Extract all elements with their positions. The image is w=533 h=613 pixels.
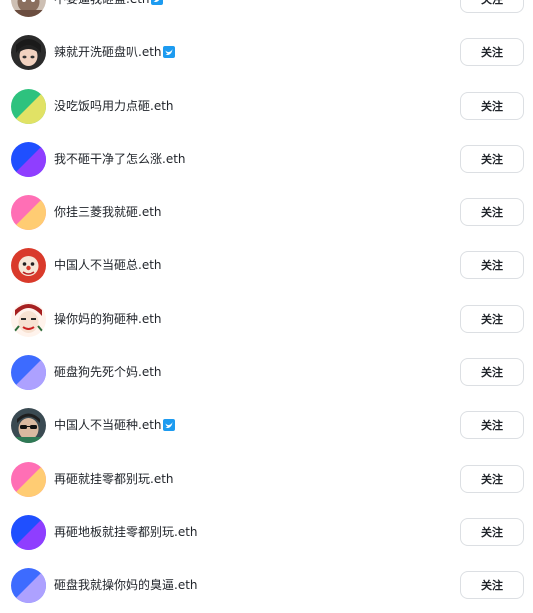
avatar[interactable] xyxy=(11,408,46,444)
follow-button[interactable]: 关注 xyxy=(460,38,524,67)
follow-button[interactable]: 关注 xyxy=(460,358,524,387)
avatar[interactable] xyxy=(11,248,46,284)
follow-button[interactable]: 关注 xyxy=(460,91,524,120)
avatar[interactable] xyxy=(11,355,46,391)
user-name[interactable]: 不要逼我砸盘.eth xyxy=(54,0,150,8)
avatar[interactable] xyxy=(11,0,46,17)
list-item: 中国人不当砸总.eth 关注 xyxy=(0,239,533,292)
avatar[interactable] xyxy=(11,141,46,177)
user-name[interactable]: 再砸地板就挂零都别玩.eth xyxy=(54,523,198,541)
user-name-wrap: 不要逼我砸盘.eth xyxy=(54,0,163,8)
user-name[interactable]: 中国人不当砸总.eth xyxy=(54,256,162,274)
list-item: 再砸地板就挂零都别玩.eth 关注 xyxy=(0,506,533,559)
list-item: 没吃饭吗用力点砸.eth 关注 xyxy=(0,80,533,133)
follow-button[interactable]: 关注 xyxy=(460,464,524,493)
user-name[interactable]: 砸盘狗先死个妈.eth xyxy=(54,363,162,381)
user-name[interactable]: 辣就开洗砸盘叭.eth xyxy=(54,43,162,61)
user-name-wrap: 我不砸干净了怎么涨.eth xyxy=(54,150,186,168)
follow-button[interactable]: 关注 xyxy=(460,144,524,173)
user-name-wrap: 辣就开洗砸盘叭.eth xyxy=(54,43,175,61)
avatar[interactable] xyxy=(11,461,46,497)
list-item: 不要逼我砸盘.eth 关注 xyxy=(0,0,533,26)
list-item: 操你妈的狗砸种.eth 关注 xyxy=(0,293,533,346)
user-name-wrap: 砸盘狗先死个妈.eth xyxy=(54,363,162,381)
user-name-wrap: 砸盘我就操你妈的臭逼.eth xyxy=(54,576,198,594)
verified-badge-icon xyxy=(162,46,175,59)
user-name-wrap: 中国人不当砸总.eth xyxy=(54,256,162,274)
list-item: 再砸就挂零都别玩.eth 关注 xyxy=(0,453,533,506)
list-item: 辣就开洗砸盘叭.eth 关注 xyxy=(0,26,533,79)
follow-button[interactable]: 关注 xyxy=(460,304,524,333)
avatar[interactable] xyxy=(11,568,46,604)
verified-badge-icon xyxy=(150,0,163,5)
verified-badge-icon xyxy=(162,419,175,432)
avatar[interactable] xyxy=(11,35,46,71)
follow-button[interactable]: 关注 xyxy=(460,198,524,227)
list-item: 你挂三菱我就砸.eth 关注 xyxy=(0,186,533,239)
follow-button[interactable]: 关注 xyxy=(460,411,524,440)
user-name[interactable]: 你挂三菱我就砸.eth xyxy=(54,203,162,221)
user-name[interactable]: 中国人不当砸种.eth xyxy=(54,416,162,434)
avatar[interactable] xyxy=(11,514,46,550)
list-item: 中国人不当砸种.eth 关注 xyxy=(0,399,533,452)
follow-button[interactable]: 关注 xyxy=(460,571,524,600)
user-name-wrap: 操你妈的狗砸种.eth xyxy=(54,310,162,328)
follow-button[interactable]: 关注 xyxy=(460,517,524,546)
list-item: 砸盘我就操你妈的臭逼.eth 关注 xyxy=(0,559,533,612)
user-name-wrap: 中国人不当砸种.eth xyxy=(54,416,175,434)
user-name-wrap: 没吃饭吗用力点砸.eth xyxy=(54,97,174,115)
avatar[interactable] xyxy=(11,195,46,231)
user-name[interactable]: 砸盘我就操你妈的臭逼.eth xyxy=(54,576,198,594)
following-list: 不要逼我砸盘.eth关注辣就开洗砸盘叭.eth关注没吃饭吗用力点砸.eth关注我… xyxy=(0,0,533,613)
list-item: 砸盘狗先死个妈.eth 关注 xyxy=(0,346,533,399)
user-name[interactable]: 再砸就挂零都别玩.eth xyxy=(54,470,174,488)
user-name[interactable]: 操你妈的狗砸种.eth xyxy=(54,310,162,328)
follow-button[interactable]: 关注 xyxy=(460,0,524,13)
user-name-wrap: 再砸就挂零都别玩.eth xyxy=(54,470,174,488)
user-name[interactable]: 我不砸干净了怎么涨.eth xyxy=(54,150,186,168)
list-item: 我不砸干净了怎么涨.eth 关注 xyxy=(0,133,533,186)
avatar[interactable] xyxy=(11,301,46,337)
user-name[interactable]: 没吃饭吗用力点砸.eth xyxy=(54,97,174,115)
follow-button[interactable]: 关注 xyxy=(460,251,524,280)
user-name-wrap: 再砸地板就挂零都别玩.eth xyxy=(54,523,198,541)
user-name-wrap: 你挂三菱我就砸.eth xyxy=(54,203,162,221)
avatar[interactable] xyxy=(11,88,46,124)
